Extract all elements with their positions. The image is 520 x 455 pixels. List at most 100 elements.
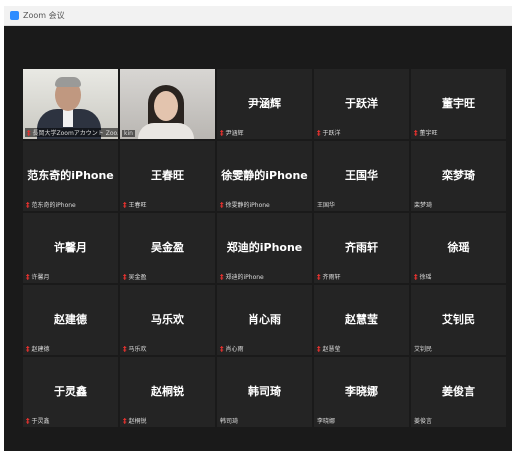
participant-label: ‡ 郑迪的iPhone xyxy=(220,272,264,282)
participant-tile[interactable]: 齐雨轩 ‡ 齐雨轩 xyxy=(314,213,409,283)
participant-label: ‡ 马乐欢 xyxy=(123,344,147,354)
participant-label-text: 吴金盈 xyxy=(128,274,147,281)
participant-tile[interactable]: 赵建德 ‡ 赵建德 xyxy=(23,285,118,355)
participant-name: 范东奇的iPhone xyxy=(27,169,114,182)
participant-name: 栾梦琦 xyxy=(442,169,475,182)
mic-muted-icon: ‡ xyxy=(317,128,321,137)
participant-tile[interactable]: 于跃洋 ‡ 于跃洋 xyxy=(314,69,409,139)
participant-label: 李晓娜 xyxy=(317,416,335,425)
participant-label-text: 王国华 xyxy=(317,202,336,209)
participant-label-text: 齐雨轩 xyxy=(322,274,341,281)
participant-label: ‡ 徐瑶 xyxy=(414,272,432,282)
participant-name: 肖心雨 xyxy=(248,313,281,326)
participant-name: 王国华 xyxy=(345,169,378,182)
participant-label: ‡ 王春旺 xyxy=(123,200,147,210)
participant-tile[interactable]: 董宇旺 ‡ 董宇旺 xyxy=(411,69,506,139)
participant-tile[interactable]: 赵桐锐 ‡ 赵桐锐 xyxy=(120,357,215,427)
participant-label: ‡ 范东奇的iPhone xyxy=(26,200,76,210)
participant-name: 于跃洋 xyxy=(345,97,378,110)
participant-tile[interactable]: ‡ 長岡大学Zoomアカウント Zoo... xyxy=(23,69,118,139)
participant-label-text: 郑迪的iPhone xyxy=(225,274,264,281)
participant-tile[interactable]: 徐雯静的iPhone ‡ 徐雯静的iPhone xyxy=(217,141,312,211)
participant-name: 尹涵辉 xyxy=(248,97,281,110)
participant-tile[interactable]: 韩司琦 韩司琦 xyxy=(217,357,312,427)
participant-name: 于灵鑫 xyxy=(54,385,87,398)
participant-label: 姜俊言 xyxy=(414,416,432,425)
participant-name: 艾钊民 xyxy=(442,313,475,326)
participant-name: 赵桐锐 xyxy=(151,385,184,398)
participant-name: 韩司琦 xyxy=(248,385,281,398)
participant-name: 赵慧莹 xyxy=(345,313,378,326)
participant-tile[interactable]: 栾梦琦 栾梦琦 xyxy=(411,141,506,211)
mic-muted-icon: ‡ xyxy=(26,416,30,425)
video-feed-shape xyxy=(138,123,194,139)
participant-tile[interactable]: 于灵鑫 ‡ 于灵鑫 xyxy=(23,357,118,427)
participant-label-text: 许馨月 xyxy=(31,274,50,281)
participant-tile[interactable]: 马乐欢 ‡ 马乐欢 xyxy=(120,285,215,355)
participant-tile[interactable]: 王国华 王国华 xyxy=(314,141,409,211)
mic-muted-icon: ‡ xyxy=(26,344,30,353)
participant-label-text: 艾钊民 xyxy=(414,346,433,353)
mic-muted-icon: ‡ xyxy=(220,128,224,137)
participant-name: 吴金盈 xyxy=(151,241,184,254)
mic-muted-icon: ‡ xyxy=(26,272,30,281)
participant-tile[interactable]: 许馨月 ‡ 许馨月 xyxy=(23,213,118,283)
participant-label: 艾钊民 xyxy=(414,344,432,353)
participant-label-text: 徐雯静的iPhone xyxy=(225,202,270,209)
participant-label-text: 長岡大学Zoomアカウント Zoo... xyxy=(32,130,119,137)
participant-label: ‡ 赵慧莹 xyxy=(317,344,341,354)
mic-muted-icon: ‡ xyxy=(123,272,127,281)
participant-tile[interactable]: 赵慧莹 ‡ 赵慧莹 xyxy=(314,285,409,355)
mic-muted-icon: ‡ xyxy=(414,128,418,137)
mic-muted-icon: ‡ xyxy=(220,272,224,281)
participant-label-text: 栾梦琦 xyxy=(414,202,433,209)
participant-name: 李晓娜 xyxy=(345,385,378,398)
mic-muted-icon: ‡ xyxy=(317,344,321,353)
participant-tile[interactable]: kin xyxy=(120,69,215,139)
participant-name: 齐雨轩 xyxy=(345,241,378,254)
participant-tile[interactable]: 姜俊言 姜俊言 xyxy=(411,357,506,427)
participant-label-text: 肖心雨 xyxy=(225,346,244,353)
participant-tile[interactable]: 尹涵辉 ‡ 尹涵辉 xyxy=(217,69,312,139)
participant-label-text: 赵桐锐 xyxy=(128,418,147,425)
participant-tile[interactable]: 吴金盈 ‡ 吴金盈 xyxy=(120,213,215,283)
participant-label-text: 范东奇的iPhone xyxy=(31,202,76,209)
participant-tile[interactable]: 郑迪的iPhone ‡ 郑迪的iPhone xyxy=(217,213,312,283)
mic-muted-icon: ‡ xyxy=(317,272,321,281)
participant-label: ‡ 長岡大学Zoomアカウント Zoo... xyxy=(25,128,118,137)
participant-tile[interactable]: 范东奇的iPhone ‡ 范东奇的iPhone xyxy=(23,141,118,211)
participant-tile[interactable]: 徐瑶 ‡ 徐瑶 xyxy=(411,213,506,283)
participant-label: 韩司琦 xyxy=(220,416,238,425)
video-feed-shape xyxy=(154,91,178,121)
participant-label: ‡ 于灵鑫 xyxy=(26,416,50,426)
window-title: Zoom 会议 xyxy=(23,11,65,20)
participant-label-text: 韩司琦 xyxy=(220,418,239,425)
participant-label-text: 赵慧莹 xyxy=(322,346,341,353)
participant-label-text: 尹涵辉 xyxy=(225,130,244,137)
participant-label: ‡ 赵建德 xyxy=(26,344,50,354)
participant-name: 赵建德 xyxy=(54,313,87,326)
video-feed-shape xyxy=(63,109,73,127)
participant-name: 郑迪的iPhone xyxy=(226,241,303,254)
participant-label: ‡ 徐雯静的iPhone xyxy=(220,200,270,210)
mic-muted-icon: ‡ xyxy=(26,200,30,209)
participant-label: kin xyxy=(122,130,135,137)
participant-label: 王国华 xyxy=(317,200,335,209)
participant-label-text: 董宇旺 xyxy=(419,130,438,137)
mic-muted-icon: ‡ xyxy=(123,416,127,425)
participant-tile[interactable]: 艾钊民 艾钊民 xyxy=(411,285,506,355)
participant-label: ‡ 董宇旺 xyxy=(414,128,438,138)
participant-tile[interactable]: 王春旺 ‡ 王春旺 xyxy=(120,141,215,211)
participant-label: ‡ 赵桐锐 xyxy=(123,416,147,426)
participant-label: 栾梦琦 xyxy=(414,200,432,209)
participant-label-text: 于跃洋 xyxy=(322,130,341,137)
participant-label-text: 于灵鑫 xyxy=(31,418,50,425)
participant-label-text: 王春旺 xyxy=(128,202,147,209)
participant-tile[interactable]: 肖心雨 ‡ 肖心雨 xyxy=(217,285,312,355)
title-bar: Zoom 会议 xyxy=(4,6,512,26)
participant-tile[interactable]: 李晓娜 李晓娜 xyxy=(314,357,409,427)
zoom-window: Zoom 会议 ‡ 長岡大学Zoomアカウント Zoo... kin 尹涵辉 ‡ 尹涵辉于… xyxy=(4,6,512,451)
participant-label: ‡ 于跃洋 xyxy=(317,128,341,138)
participant-label: ‡ 吴金盈 xyxy=(123,272,147,282)
participant-label: ‡ 肖心雨 xyxy=(220,344,244,354)
